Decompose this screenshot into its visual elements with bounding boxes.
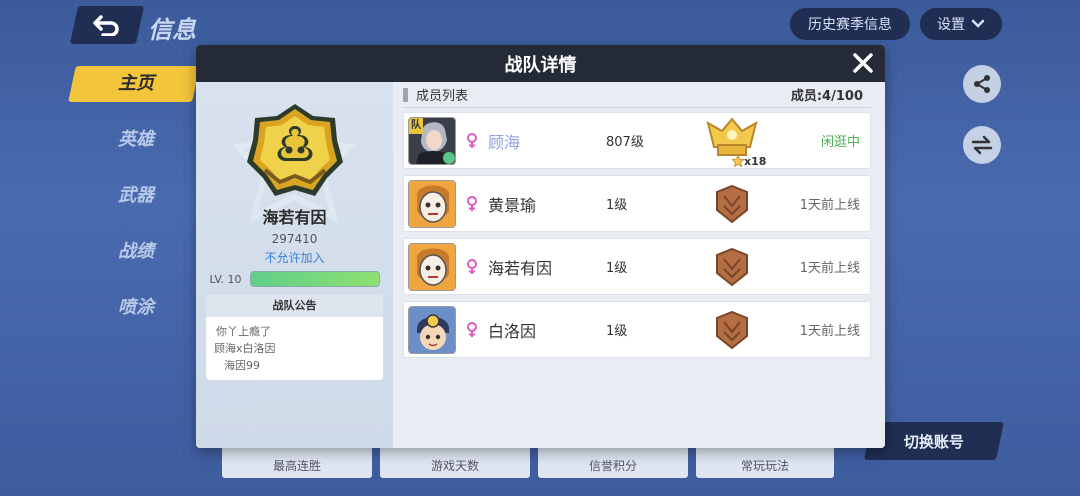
switch-account-label: 切换账号 xyxy=(903,432,964,451)
team-level-fill xyxy=(250,272,379,286)
notice-text: 你丫上瘾了 顾海x白洛因 海因99 xyxy=(206,317,383,380)
notice-line: 顾海x白洛因 xyxy=(214,342,276,355)
nav-label: 战绩 xyxy=(118,241,154,262)
modal-title: 战队详情 xyxy=(504,54,577,76)
bronze-rank-icon xyxy=(716,310,748,349)
member-status: 闲逛中 xyxy=(820,135,860,150)
team-level-label: LV. 10 xyxy=(209,272,242,286)
member-rank xyxy=(676,184,788,224)
back-arrow-icon xyxy=(93,15,119,36)
notice-line: 海因99 xyxy=(224,359,260,372)
back-button[interactable] xyxy=(69,6,145,44)
join-status: 不允许加入 xyxy=(264,251,325,265)
chevron-down-icon xyxy=(971,19,985,28)
team-emblem-icon xyxy=(246,104,343,196)
member-list-panel: 成员列表 成员:4/100 队 顾海 807级 x18 闲逛中 黄景瑜 1级 1… xyxy=(393,82,885,448)
team-notice: 战队公告 你丫上瘾了 顾海x白洛因 海因99 xyxy=(206,295,383,380)
member-level: 1级 xyxy=(606,324,628,339)
modal-header: 战队详情 xyxy=(196,45,885,82)
team-info-panel: 海若有因 297410 不允许加入 LV. 10 战队公告 你丫上瘾了 顾海x白… xyxy=(196,82,393,448)
team-detail-modal: 战队详情 海若有因 297410 不允许加入 LV. 10 战队公告 你丫上瘾了… xyxy=(196,45,885,448)
history-season-label: 历史赛季信息 xyxy=(808,17,892,33)
rank-star-value: x18 xyxy=(744,154,767,168)
nav-label: 武器 xyxy=(118,185,154,206)
member-avatar[interactable] xyxy=(408,305,456,354)
member-avatar[interactable] xyxy=(408,179,456,228)
captain-badge: 队 xyxy=(409,117,423,134)
member-status: 1天前上线 xyxy=(799,198,860,213)
member-status: 1天前上线 xyxy=(799,261,860,276)
stat-tab-label: 游戏天数 xyxy=(430,459,479,473)
swap-button[interactable] xyxy=(963,126,1001,164)
member-avatar[interactable]: 队 xyxy=(408,116,456,165)
stat-tab-win-streak[interactable]: 最高连胜 xyxy=(222,446,372,478)
member-level: 807级 xyxy=(606,135,644,150)
star-icon xyxy=(732,155,744,167)
notice-line: 你丫上瘾了 xyxy=(216,325,271,338)
member-list: 队 顾海 807级 x18 闲逛中 黄景瑜 1级 1天前上线 海若有因 1级 1… xyxy=(403,112,871,358)
member-status: 1天前上线 xyxy=(799,324,860,339)
section-marker xyxy=(403,87,408,102)
member-name: 黄景瑜 xyxy=(488,195,537,215)
member-row[interactable]: 海若有因 1级 1天前上线 xyxy=(403,238,871,295)
member-rank xyxy=(676,247,788,287)
stat-tab-label: 最高连胜 xyxy=(272,459,321,473)
avatar-goggles-hero-icon xyxy=(409,306,455,353)
gender-female-icon xyxy=(466,258,480,275)
side-nav: 主页 英雄 武器 战绩 喷涂 xyxy=(70,64,200,344)
nav-label: 主页 xyxy=(118,73,154,94)
share-button[interactable] xyxy=(963,65,1001,103)
member-name: 白洛因 xyxy=(488,321,537,341)
member-row[interactable]: 黄景瑜 1级 1天前上线 xyxy=(403,175,871,232)
member-avatar[interactable] xyxy=(408,242,456,291)
member-level: 1级 xyxy=(606,198,628,213)
page-title: 信息 xyxy=(148,16,196,44)
member-row[interactable]: 队 顾海 807级 x18 闲逛中 xyxy=(403,112,871,169)
close-icon[interactable] xyxy=(851,51,875,75)
stat-tab-modes[interactable]: 常玩玩法 xyxy=(696,446,834,478)
team-id: 297410 xyxy=(271,232,318,246)
gender-female-icon xyxy=(466,195,480,212)
stat-tab-days[interactable]: 游戏天数 xyxy=(380,446,530,478)
team-level-row: LV. 10 xyxy=(210,271,380,287)
member-row[interactable]: 白洛因 1级 1天前上线 xyxy=(403,301,871,358)
stat-tab-credit[interactable]: 信誉积分 xyxy=(538,446,688,478)
team-level-bar xyxy=(249,271,380,287)
bronze-rank-icon xyxy=(716,247,748,286)
member-level: 1级 xyxy=(606,261,628,276)
gender-female-icon xyxy=(466,321,480,338)
member-name: 海若有因 xyxy=(488,258,553,278)
nav-item-home[interactable]: 主页 xyxy=(70,64,200,120)
gender-female-icon xyxy=(466,132,480,149)
nav-item-spray[interactable]: 喷涂 xyxy=(70,288,200,344)
member-rank xyxy=(676,310,788,350)
nav-item-weapons[interactable]: 武器 xyxy=(70,176,200,232)
member-count: 成员:4/100 xyxy=(790,89,863,104)
nav-item-heroes[interactable]: 英雄 xyxy=(70,120,200,176)
member-name: 顾海 xyxy=(488,132,521,152)
swap-icon xyxy=(971,135,993,155)
share-icon xyxy=(974,75,990,93)
history-season-button[interactable]: 历史赛季信息 xyxy=(790,8,910,40)
avatar-masked-hero-icon xyxy=(409,180,455,227)
member-list-label: 成员列表 xyxy=(416,89,469,104)
nav-item-record[interactable]: 战绩 xyxy=(70,232,200,288)
stat-tab-label: 信誉积分 xyxy=(588,459,637,473)
bronze-rank-icon xyxy=(716,184,748,223)
bottom-stats-tabs: 最高连胜 游戏天数 信誉积分 常玩玩法 xyxy=(222,446,834,478)
rank-star-count: x18 xyxy=(732,155,766,168)
avatar-masked-hero-icon xyxy=(409,243,455,290)
member-rank: x18 xyxy=(676,116,788,168)
nav-label: 喷涂 xyxy=(118,297,154,318)
settings-button[interactable]: 设置 xyxy=(920,8,1002,40)
member-list-header: 成员列表 成员:4/100 xyxy=(403,82,871,108)
settings-label: 设置 xyxy=(937,17,965,33)
stat-tab-label: 常玩玩法 xyxy=(740,459,789,473)
nav-label: 英雄 xyxy=(118,129,154,150)
team-name: 海若有因 xyxy=(262,208,327,227)
notice-title: 战队公告 xyxy=(206,295,383,317)
